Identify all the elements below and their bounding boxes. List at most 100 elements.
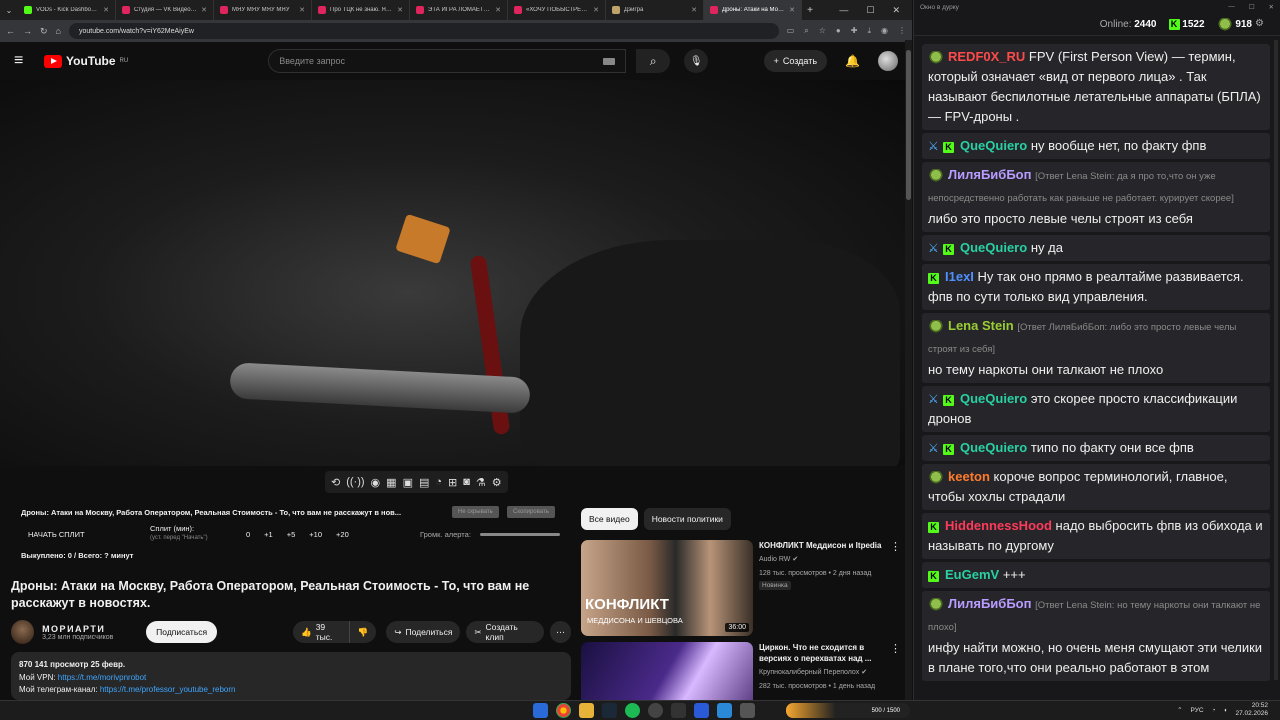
video-thumbnail[interactable] <box>581 642 753 700</box>
close-icon[interactable]: ✕ <box>1269 3 1274 11</box>
wifi-icon[interactable]: ◔ <box>1212 707 1216 714</box>
account-avatar[interactable] <box>878 51 898 71</box>
hide-button[interactable]: Не скрывать <box>452 506 499 518</box>
recommendation-title[interactable]: Циркон. Что не сходится в версиях о пере… <box>759 642 886 664</box>
tray-chevron-icon[interactable]: ⌃ <box>1177 706 1182 714</box>
split-value[interactable]: 0 <box>246 530 250 539</box>
zoom-icon[interactable]: ⌕ <box>804 26 808 36</box>
youtube-logo[interactable]: YouTube RU <box>44 54 128 68</box>
recommendation-menu-icon[interactable]: ⋮ <box>890 540 901 636</box>
split-value[interactable]: +20 <box>336 530 349 539</box>
browser-tab[interactable]: ЭТА ИГРА ЛОМАЕТ ЛЮ... ✕ <box>410 0 508 20</box>
notifications-bell-icon[interactable]: 🔔 <box>845 54 860 68</box>
like-button[interactable]: 👍 39 тыс. <box>293 621 350 643</box>
chat-username[interactable]: Lena Stein <box>948 318 1014 333</box>
video-thumbnail[interactable]: КОНФЛИКТ МЕДДИСОНА И ШЕВЦОВА 36:00 <box>581 540 753 636</box>
tab-close-icon[interactable]: ✕ <box>789 6 795 14</box>
chat-message[interactable]: ⚔ K QueQuiero это скорее просто классифика… <box>922 386 1270 432</box>
pip-icon[interactable]: ▣ <box>403 476 413 489</box>
volume-icon[interactable]: ◖ <box>1224 707 1228 714</box>
chat-username[interactable]: HiddennessHood <box>945 518 1052 533</box>
split-value[interactable]: +1 <box>264 530 273 539</box>
extensions-puzzle-icon[interactable]: ✚ <box>851 26 858 36</box>
url-field[interactable]: youtube.com/watch?v=iY62MeAiyEw <box>68 23 779 39</box>
gear-icon[interactable]: ⚙ <box>492 476 502 489</box>
menu-icon[interactable]: ≡ <box>14 52 34 70</box>
browser-tab[interactable]: «ХОЧУ ПОБЫСТРЕЕ ''С... ✕ <box>508 0 606 20</box>
chip-politics-news[interactable]: Новости политики <box>643 508 731 530</box>
chat-username[interactable]: QueQuiero <box>960 391 1027 406</box>
spotify-icon[interactable] <box>625 703 640 718</box>
split-value[interactable]: +10 <box>309 530 322 539</box>
voice-search-icon[interactable]: 🎙 <box>684 49 709 73</box>
donation-goal-widget[interactable]: 500 / 1500 <box>786 703 910 718</box>
minimize-icon[interactable]: — <box>839 5 848 16</box>
obs-icon[interactable] <box>648 703 663 718</box>
reload-icon[interactable]: ↻ <box>40 26 48 37</box>
watch-icon[interactable]: ◉ <box>371 476 381 489</box>
browser-tab[interactable]: VODs - Kick Dashboard ✕ <box>18 0 116 20</box>
search-button[interactable]: ⌕ <box>636 49 671 73</box>
maximize-icon[interactable]: ☐ <box>866 5 874 16</box>
home-icon[interactable]: ⌂ <box>56 26 61 36</box>
tab-close-icon[interactable]: ✕ <box>397 6 403 14</box>
chat-message[interactable]: ЛиляБибБоп [Ответ Lena Stein: да я про т… <box>922 162 1270 232</box>
flask-icon[interactable]: ⚗ <box>476 476 486 489</box>
split-value[interactable]: +5 <box>287 530 296 539</box>
chat-message[interactable]: K HiddennessHood надо выбросить фпв из об… <box>922 513 1270 559</box>
alert-volume-slider[interactable] <box>480 533 560 536</box>
chat-username[interactable]: QueQuiero <box>960 138 1027 153</box>
app-icon[interactable] <box>671 703 686 718</box>
telegram-icon[interactable] <box>717 703 732 718</box>
rec-channel-name[interactable]: Audio RW <box>759 556 790 563</box>
loop-icon[interactable]: ⟲ <box>331 476 340 489</box>
tab-list-icon[interactable]: ⌄ <box>0 6 18 15</box>
browser-tab[interactable]: Студия — VK Видео Live ✕ <box>116 0 214 20</box>
back-icon[interactable]: ← <box>6 26 15 36</box>
browser-menu-icon[interactable]: ⋮ <box>898 26 906 36</box>
captions-icon[interactable]: ▤ <box>419 476 429 489</box>
forward-icon[interactable]: → <box>23 26 32 36</box>
chat-message[interactable]: keeton короче вопрос терминологий, главн… <box>922 464 1270 510</box>
chat-username[interactable]: QueQuiero <box>960 240 1027 255</box>
chat-scrollbar[interactable] <box>1274 40 1278 680</box>
share-button[interactable]: ↪ Поделиться <box>386 621 461 643</box>
tab-close-icon[interactable]: ✕ <box>593 6 599 14</box>
channel-name[interactable]: МОРИАРТИ <box>42 624 138 634</box>
subscribe-button[interactable]: Подписаться <box>146 621 218 643</box>
minimize-icon[interactable]: — <box>1228 3 1235 11</box>
rec-channel-name[interactable]: Крупнокалиберный Переполох <box>759 669 859 676</box>
create-button[interactable]: + Создать <box>763 50 828 72</box>
chat-username[interactable]: ЛиляБибБоп <box>948 167 1031 182</box>
chat-username[interactable]: ЛиляБибБоп <box>948 596 1031 611</box>
chat-settings-icon[interactable]: ⚙ <box>1255 18 1264 29</box>
close-icon[interactable]: ✕ <box>892 5 900 16</box>
channel-avatar[interactable] <box>11 620 35 644</box>
chat-username[interactable]: QueQuiero <box>960 440 1027 455</box>
page-scrollbar-thumb[interactable] <box>906 50 911 200</box>
more-actions-icon[interactable]: ⋯ <box>549 621 571 643</box>
speed-icon[interactable]: ◔ <box>435 476 442 488</box>
video-description[interactable]: 870 141 просмотр 25 февр. Мой VPN: https… <box>11 652 571 700</box>
chat-username[interactable]: EuGemV <box>945 567 999 582</box>
keyboard-icon[interactable] <box>603 57 616 65</box>
app-icon[interactable] <box>740 703 755 718</box>
dislike-button[interactable]: 👎 <box>349 621 377 643</box>
chat-message[interactable]: REDF0X_RU FPV (First Person View) — терм… <box>922 44 1270 130</box>
extension-icon[interactable]: ● <box>836 26 841 36</box>
camera-icon[interactable]: ◙ <box>463 476 470 488</box>
language-indicator[interactable]: РУС <box>1191 707 1204 714</box>
media-player-icon[interactable] <box>694 703 709 718</box>
browser-tab[interactable]: МЯУ МЯУ МЯУ МЯУ ✕ <box>214 0 312 20</box>
tab-close-icon[interactable]: ✕ <box>299 6 305 14</box>
browser-tab[interactable]: Про ТЦК не знаю. Я ни... ✕ <box>312 0 410 20</box>
chrome-icon[interactable] <box>556 703 571 718</box>
tab-close-icon[interactable]: ✕ <box>103 6 109 14</box>
chat-username[interactable]: REDF0X_RU <box>948 49 1025 64</box>
chat-message-list[interactable]: REDF0X_RU FPV (First Person View) — терм… <box>922 44 1270 684</box>
video-player[interactable]: /// <box>0 80 905 466</box>
chip-all-videos[interactable]: Все видео <box>581 508 638 530</box>
chat-message[interactable]: K EuGemV +++ <box>922 562 1270 588</box>
chat-username[interactable]: I1exI <box>945 269 974 284</box>
chat-message[interactable]: ЛиляБибБоп [Ответ Lena Stein: но тему на… <box>922 591 1270 681</box>
